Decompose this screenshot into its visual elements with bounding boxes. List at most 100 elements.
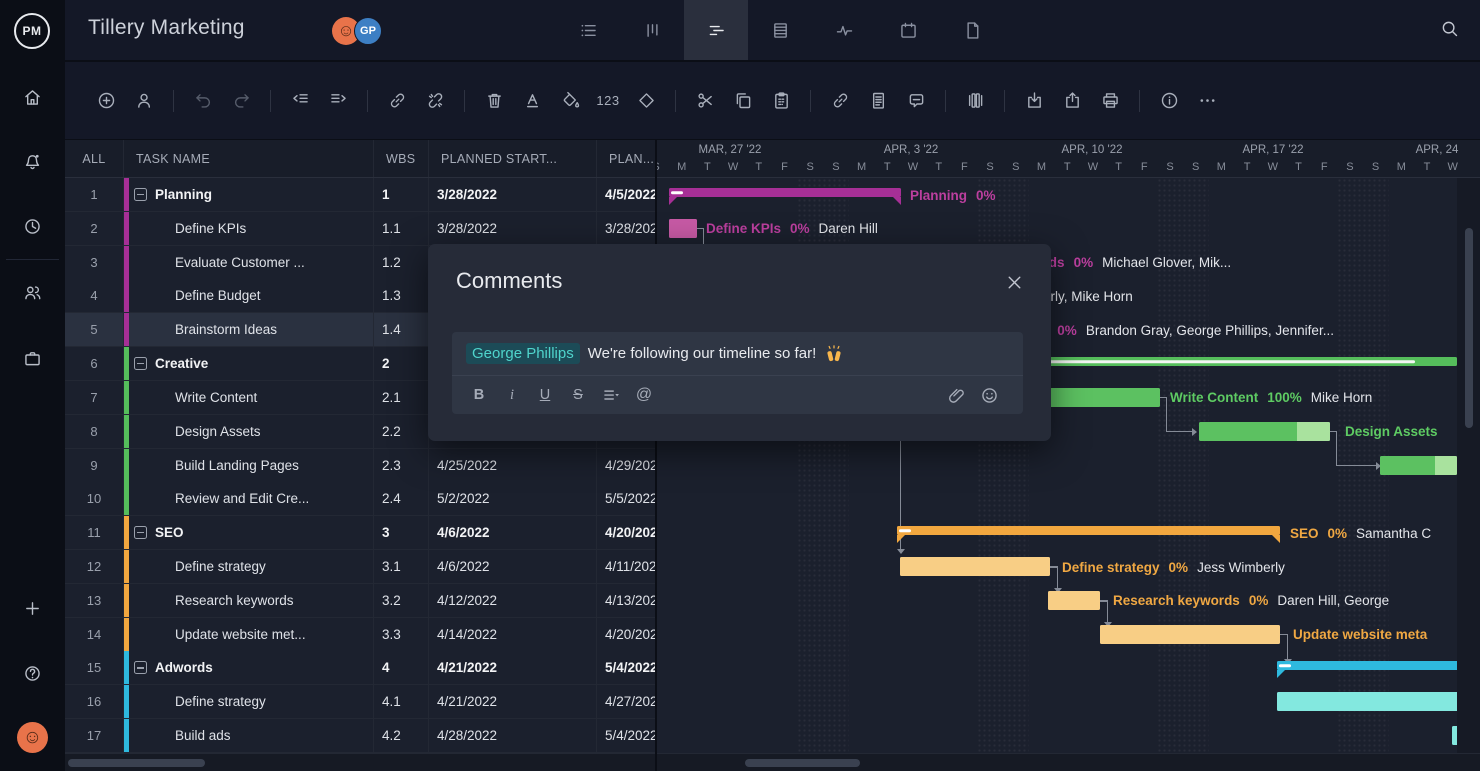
task-name-cell[interactable]: Research keywords (124, 584, 374, 617)
task-name-cell[interactable]: Build ads (124, 719, 374, 752)
paste-icon[interactable] (766, 86, 796, 116)
sidebar-plus-icon[interactable] (0, 588, 65, 628)
gantt-group-bar[interactable] (897, 526, 1280, 535)
column-header-planned-start[interactable]: PLANNED START... (429, 140, 597, 177)
table-row[interactable]: 13Research keywords3.24/12/20224/13/2022 (65, 584, 657, 618)
add-person-icon[interactable] (129, 86, 159, 116)
unlink-tasks-icon[interactable] (420, 86, 450, 116)
gantt-task-bar[interactable] (1100, 625, 1280, 644)
task-name-cell[interactable]: Creative (124, 347, 374, 380)
delete-icon[interactable] (479, 86, 509, 116)
task-name-cell[interactable]: Review and Edit Cre... (124, 482, 374, 515)
paperclip-icon[interactable] (943, 383, 969, 407)
at-mention-icon[interactable]: @ (631, 383, 657, 407)
task-name-cell[interactable]: Define KPIs (124, 212, 374, 245)
view-tab-page-view[interactable] (940, 0, 1004, 60)
notes-icon[interactable] (863, 86, 893, 116)
comment-input[interactable]: George Phillips We're following our time… (452, 332, 1023, 414)
gantt-task-bar[interactable] (669, 219, 697, 238)
task-name-cell[interactable]: Evaluate Customer ... (124, 246, 374, 279)
gantt-task-bar[interactable] (1048, 591, 1100, 610)
table-row[interactable]: 9Build Landing Pages2.34/25/20224/29/202… (65, 449, 657, 483)
scrollbar-thumb[interactable] (68, 759, 205, 767)
task-name-cell[interactable]: Define strategy (124, 550, 374, 583)
collapse-icon[interactable] (134, 188, 147, 201)
search-icon[interactable] (1439, 18, 1460, 39)
table-horizontal-scrollbar[interactable] (65, 753, 657, 771)
underline-icon[interactable]: U (532, 383, 558, 407)
collapse-icon[interactable] (134, 357, 147, 370)
view-tab-board-view[interactable] (620, 0, 684, 60)
columns-icon[interactable] (960, 86, 990, 116)
table-row[interactable]: 12Define strategy3.14/6/20224/11/2022 (65, 550, 657, 584)
numbers-icon[interactable]: 123 (593, 86, 623, 116)
sidebar-clock-icon[interactable] (0, 206, 65, 246)
redo-icon[interactable] (226, 86, 256, 116)
gantt-task-bar[interactable] (900, 557, 1050, 576)
gantt-task-bar[interactable] (1199, 422, 1330, 441)
scrollbar-thumb[interactable] (745, 759, 860, 767)
print-icon[interactable] (1095, 86, 1125, 116)
task-name-cell[interactable]: Build Landing Pages (124, 449, 374, 482)
task-name-cell[interactable]: Define strategy (124, 685, 374, 718)
task-name-cell[interactable]: Design Assets (124, 415, 374, 448)
view-tab-list-view[interactable] (556, 0, 620, 60)
task-name-cell[interactable]: SEO (124, 516, 374, 549)
task-name-cell[interactable]: Adwords (124, 651, 374, 684)
cut-icon[interactable] (690, 86, 720, 116)
strikethrough-icon[interactable]: S (565, 383, 591, 407)
gantt-task-bar[interactable] (1277, 692, 1457, 711)
text-color-icon[interactable] (517, 86, 547, 116)
gantt-horizontal-scrollbar[interactable] (657, 753, 1480, 771)
view-tab-activity-view[interactable] (812, 0, 876, 60)
column-header-wbs[interactable]: WBS (374, 140, 429, 177)
view-tab-calendar-view[interactable] (876, 0, 940, 60)
collapse-icon[interactable] (134, 661, 147, 674)
link-tasks-icon[interactable] (382, 86, 412, 116)
view-tab-sheet-view[interactable] (748, 0, 812, 60)
milestone-icon[interactable] (631, 86, 661, 116)
gantt-vertical-scrollbar[interactable] (1457, 178, 1480, 753)
bold-icon[interactable]: B (466, 383, 492, 407)
column-header-all[interactable]: ALL (65, 140, 124, 177)
sidebar-help-icon[interactable] (0, 653, 65, 693)
pm-logo[interactable]: PM (14, 13, 50, 49)
table-row[interactable]: 14Update website met...3.34/14/20224/20/… (65, 618, 657, 652)
sidebar-people-icon[interactable] (0, 272, 65, 312)
task-name-cell[interactable]: Write Content (124, 381, 374, 414)
indent-icon[interactable] (323, 86, 353, 116)
gantt-group-bar[interactable] (1031, 357, 1457, 366)
list-dropdown-icon[interactable] (598, 383, 624, 407)
table-row[interactable]: 11SEO34/6/20224/20/2022 (65, 516, 657, 550)
gantt-task-bar[interactable] (1380, 456, 1457, 475)
table-row[interactable]: 17Build ads4.24/28/20225/4/2022 (65, 719, 657, 753)
collapse-icon[interactable] (134, 526, 147, 539)
task-name-cell[interactable]: Update website met... (124, 618, 374, 651)
member-avatar-gp[interactable]: GP (354, 17, 382, 45)
sidebar-home-icon[interactable] (0, 77, 65, 117)
table-row[interactable]: 1Planning13/28/20224/5/2022 (65, 178, 657, 212)
import-icon[interactable] (1019, 86, 1049, 116)
smiley-icon[interactable] (976, 383, 1002, 407)
copy-icon[interactable] (728, 86, 758, 116)
undo-icon[interactable] (188, 86, 218, 116)
task-name-cell[interactable]: Define Budget (124, 279, 374, 312)
comment-icon[interactable] (901, 86, 931, 116)
column-header-plan[interactable]: PLAN... (597, 140, 657, 177)
info-icon[interactable] (1154, 86, 1184, 116)
fill-color-icon[interactable] (555, 86, 585, 116)
table-row[interactable]: 15Adwords44/21/20225/4/2022 (65, 651, 657, 685)
sidebar-briefcase-icon[interactable] (0, 338, 65, 378)
column-header-task-name[interactable]: TASK NAME (124, 140, 374, 177)
table-row[interactable]: 16Define strategy4.14/21/20224/27/2022 (65, 685, 657, 719)
more-icon[interactable] (1192, 86, 1222, 116)
table-row[interactable]: 2Define KPIs1.13/28/20223/28/2022 (65, 212, 657, 246)
attach-icon[interactable] (825, 86, 855, 116)
mention-chip[interactable]: George Phillips (466, 343, 580, 364)
view-tab-gantt-view[interactable] (684, 0, 748, 60)
add-task-icon[interactable] (91, 86, 121, 116)
export-icon[interactable] (1057, 86, 1087, 116)
user-avatar[interactable]: ☺ (17, 722, 48, 753)
scrollbar-thumb[interactable] (1465, 228, 1473, 428)
gantt-group-bar[interactable] (669, 188, 901, 197)
